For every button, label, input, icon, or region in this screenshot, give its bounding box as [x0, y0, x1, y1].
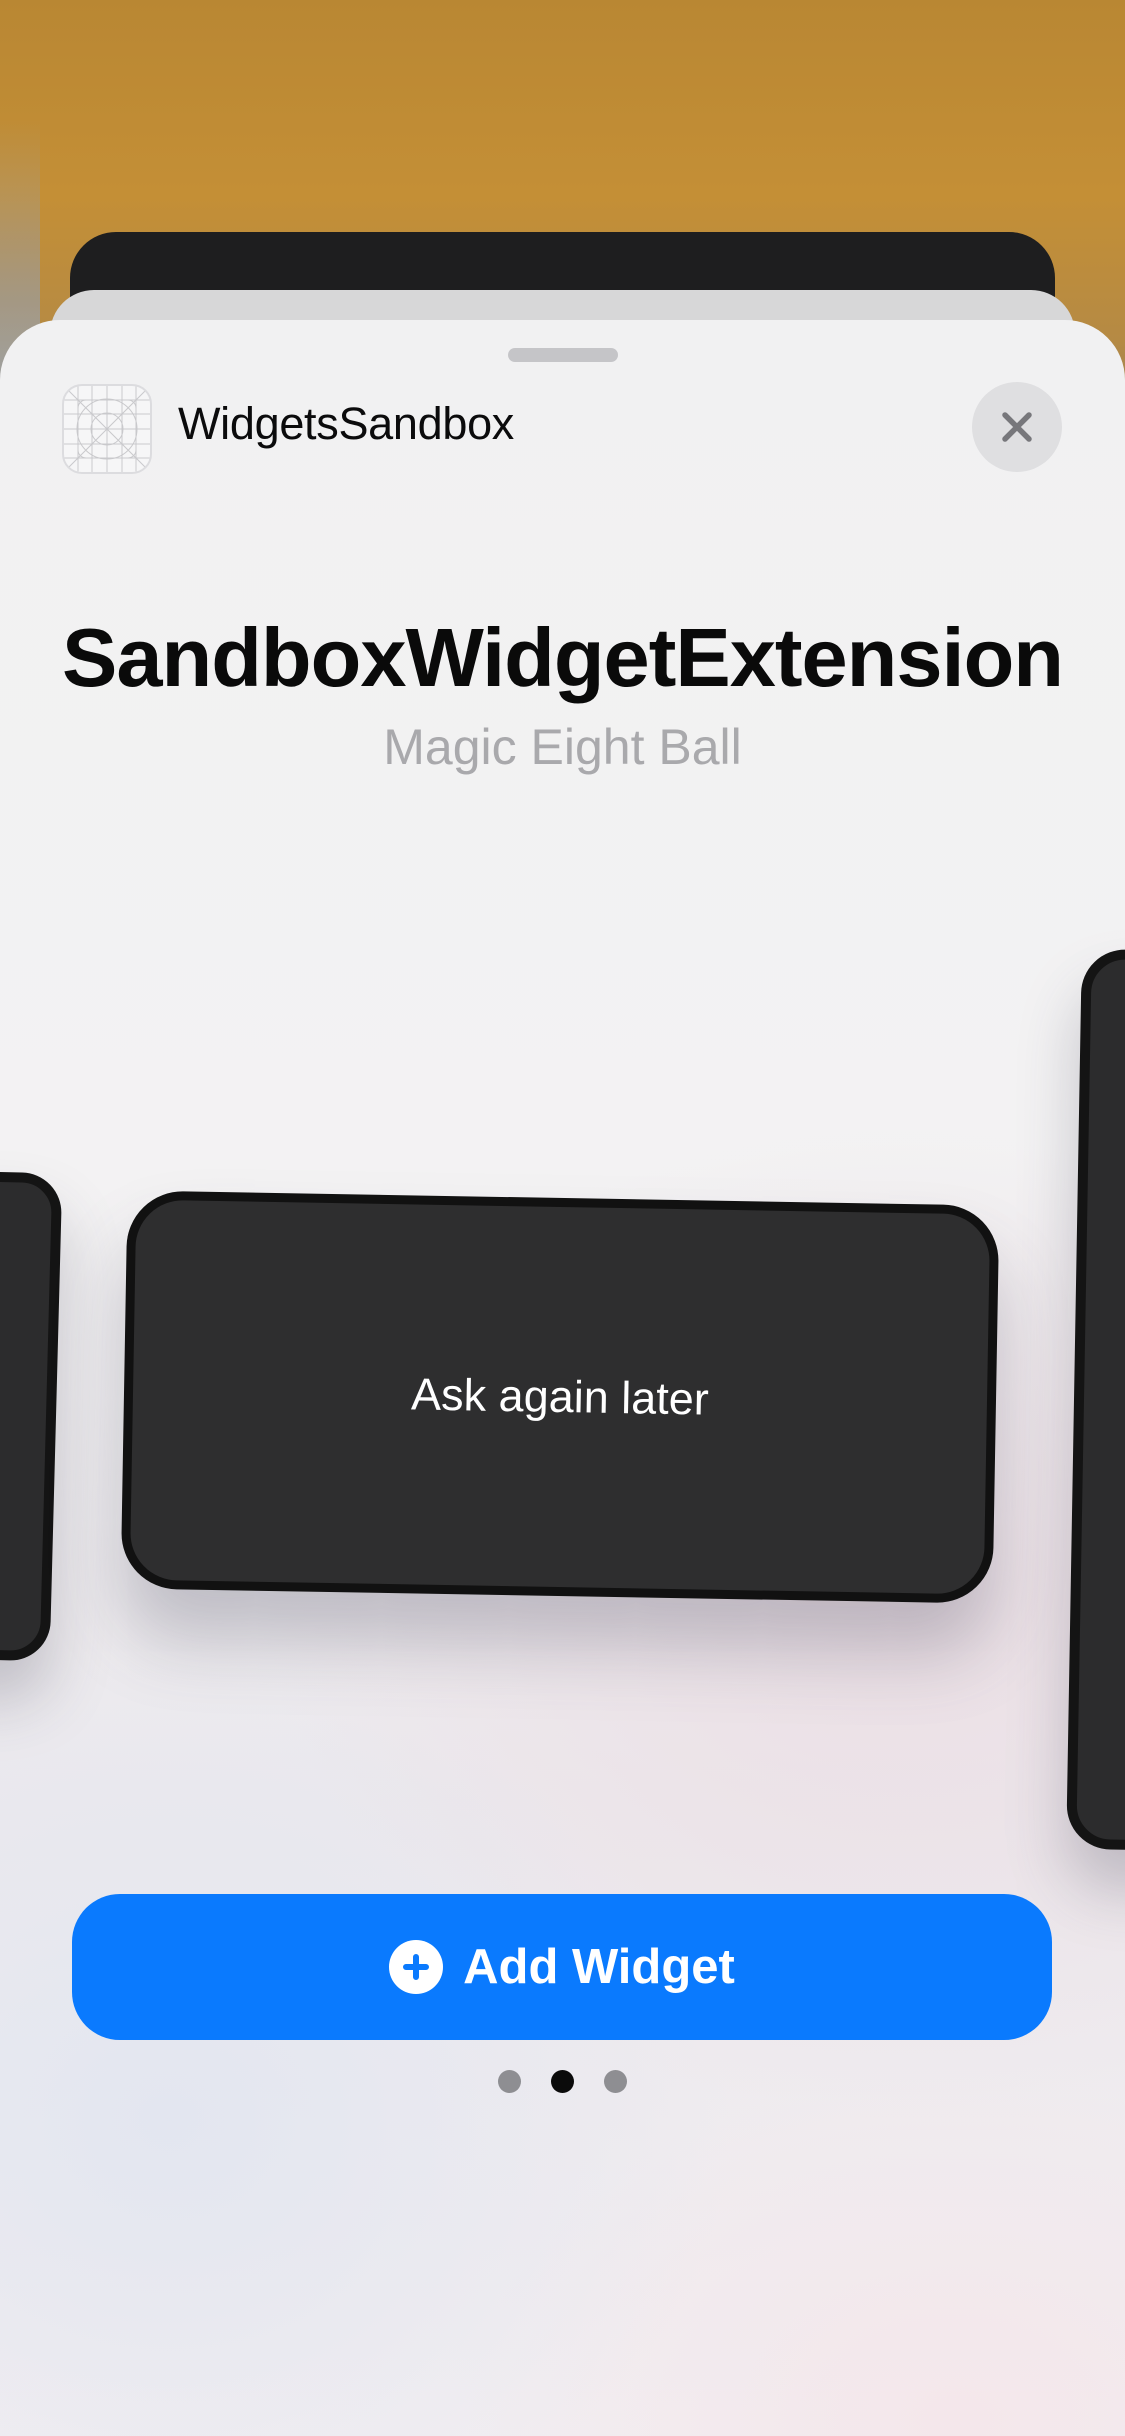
- plus-circle-icon: [389, 1940, 444, 1994]
- xmark-icon: [1002, 412, 1032, 442]
- plus-glyph-icon: [403, 1954, 430, 1980]
- icon-grid-template: [64, 386, 150, 472]
- page-dot-3[interactable]: [604, 2070, 627, 2093]
- widget-title: SandboxWidgetExtension: [62, 611, 1064, 704]
- page-dot-2[interactable]: [551, 2070, 574, 2093]
- page-dot-1[interactable]: [498, 2070, 521, 2093]
- add-widget-label: Add Widget: [463, 1940, 735, 1994]
- widget-preview-next[interactable]: [1066, 948, 1125, 1852]
- widget-gallery-sheet: WidgetsSandbox SandboxWidgetExtension Ma…: [0, 320, 1125, 2436]
- page-indicator[interactable]: [0, 2070, 1125, 2093]
- widget-subtitle: Magic Eight Ball: [383, 719, 742, 775]
- widget-preview-previous[interactable]: [0, 1170, 63, 1662]
- app-icon: [62, 384, 152, 474]
- widget-preview-text: Ask again later: [410, 1368, 710, 1425]
- add-widget-button[interactable]: Add Widget: [72, 1894, 1052, 2040]
- close-button[interactable]: [972, 382, 1062, 472]
- widget-preview-current[interactable]: Ask again later: [120, 1190, 1000, 1604]
- sheet-grabber[interactable]: [508, 348, 618, 362]
- app-name: WidgetsSandbox: [178, 398, 515, 449]
